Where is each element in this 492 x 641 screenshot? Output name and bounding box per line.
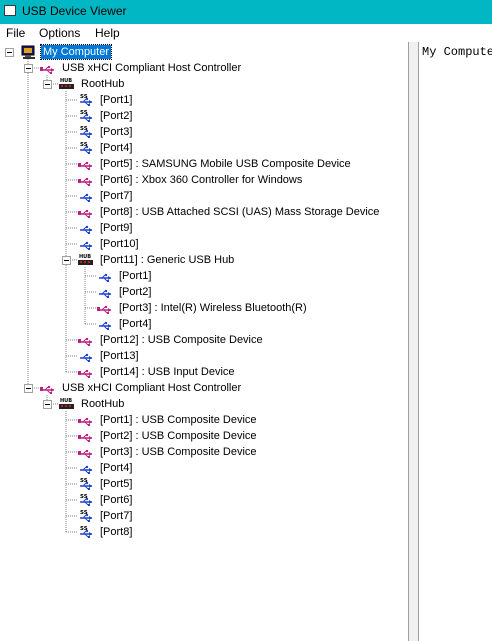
device-tree[interactable]: My Computer USB xHCI Compliant Host Contr… (0, 42, 408, 641)
app-window-icon (4, 5, 16, 16)
menu-bar: File Options Help (0, 24, 492, 42)
tree-item-label: [Port8] (100, 526, 133, 538)
usb-port-icon (78, 461, 94, 475)
tree-item-label: [Port2] (119, 286, 152, 298)
tree-item-label: [Port1] (100, 94, 133, 106)
usb-device-icon (78, 429, 94, 443)
svg-text:HUB: HUB (79, 254, 91, 260)
hub-icon: HUB (59, 397, 75, 411)
tree-item-label: [Port4] (100, 462, 133, 474)
detail-text: My Computer (422, 45, 492, 59)
tree-item-label: [Port12] : USB Composite Device (100, 334, 263, 346)
tree-item-label: [Port6] (100, 494, 133, 506)
hub-icon: HUB (78, 253, 94, 267)
tree-item-label: My Computer (39, 44, 113, 60)
svg-text:HUB: HUB (60, 398, 72, 404)
ss-port-icon: SS (78, 493, 94, 507)
usb-port-icon (97, 317, 113, 331)
tree-item-label: RootHub (81, 78, 125, 90)
collapse-toggle[interactable] (43, 80, 52, 89)
usb-port-icon (78, 349, 94, 363)
usb-device-icon (78, 413, 94, 427)
collapse-toggle[interactable] (62, 256, 71, 265)
tree-item-label: USB xHCI Compliant Host Controller (62, 62, 242, 74)
tree-item-label: [Port3] : Intel(R) Wireless Bluetooth(R) (119, 302, 307, 314)
tree-item-label: [Port6] : Xbox 360 Controller for Window… (100, 174, 303, 186)
tree-item-label: [Port11] : Generic USB Hub (100, 254, 235, 266)
menu-file[interactable]: File (6, 26, 25, 40)
ss-port-icon: SS (78, 525, 94, 539)
title-bar: USB Device Viewer (0, 0, 492, 24)
tree-item-label: [Port3] : USB Composite Device (100, 446, 257, 458)
ss-port-icon: SS (78, 509, 94, 523)
usb-device-icon (78, 157, 94, 171)
tree-item-label: RootHub (81, 398, 125, 410)
collapse-toggle[interactable] (5, 48, 14, 57)
usb-device-icon (78, 445, 94, 459)
usb-port-icon (97, 269, 113, 283)
tree-item-label: [Port2] : USB Composite Device (100, 430, 257, 442)
usb-device-icon (78, 173, 94, 187)
tree-item-label: [Port14] : USB Input Device (100, 366, 235, 378)
usb-port-icon (78, 221, 94, 235)
menu-options[interactable]: Options (39, 26, 80, 40)
tree-item-label: [Port13] (100, 350, 139, 362)
collapse-toggle[interactable] (24, 384, 33, 393)
pane-splitter[interactable] (408, 42, 418, 641)
tree-item-label: [Port7] (100, 190, 133, 202)
tree-item-label: [Port1] : USB Composite Device (100, 414, 257, 426)
collapse-toggle[interactable] (24, 64, 33, 73)
usb-device-icon (40, 381, 56, 395)
usb-port-icon (78, 189, 94, 203)
tree-item-label: [Port10] (100, 238, 139, 250)
usb-device-icon (78, 333, 94, 347)
menu-help[interactable]: Help (95, 26, 120, 40)
tree-item-label: [Port3] (100, 126, 133, 138)
tree-item-label: [Port9] (100, 222, 133, 234)
tree-item-label: [Port4] (119, 318, 152, 330)
tree-item-label: [Port7] (100, 510, 133, 522)
hub-icon: HUB (59, 77, 75, 91)
usb-device-icon (97, 301, 113, 315)
usb-port-icon (78, 237, 94, 251)
ss-port-icon: SS (78, 93, 94, 107)
usb-device-icon (78, 205, 94, 219)
usb-device-icon (78, 365, 94, 379)
computer-icon (21, 45, 37, 59)
tree-item-label: USB xHCI Compliant Host Controller (62, 382, 242, 394)
collapse-toggle[interactable] (43, 400, 52, 409)
ss-port-icon: SS (78, 141, 94, 155)
usb-device-icon (40, 61, 56, 75)
tree-item-label: [Port2] (100, 110, 133, 122)
tree-item-label: [Port5] : SAMSUNG Mobile USB Composite D… (100, 158, 351, 170)
svg-text:HUB: HUB (60, 78, 72, 84)
ss-port-icon: SS (78, 125, 94, 139)
tree-item-label: [Port1] (119, 270, 152, 282)
tree-item-label: [Port8] : USB Attached SCSI (UAS) Mass S… (100, 206, 380, 218)
tree-item-label: [Port4] (100, 142, 133, 154)
window-title: USB Device Viewer (22, 4, 127, 18)
ss-port-icon: SS (78, 477, 94, 491)
ss-port-icon: SS (78, 109, 94, 123)
detail-pane[interactable]: My Computer (418, 42, 492, 641)
tree-item-label: [Port5] (100, 478, 133, 490)
usb-port-icon (97, 285, 113, 299)
